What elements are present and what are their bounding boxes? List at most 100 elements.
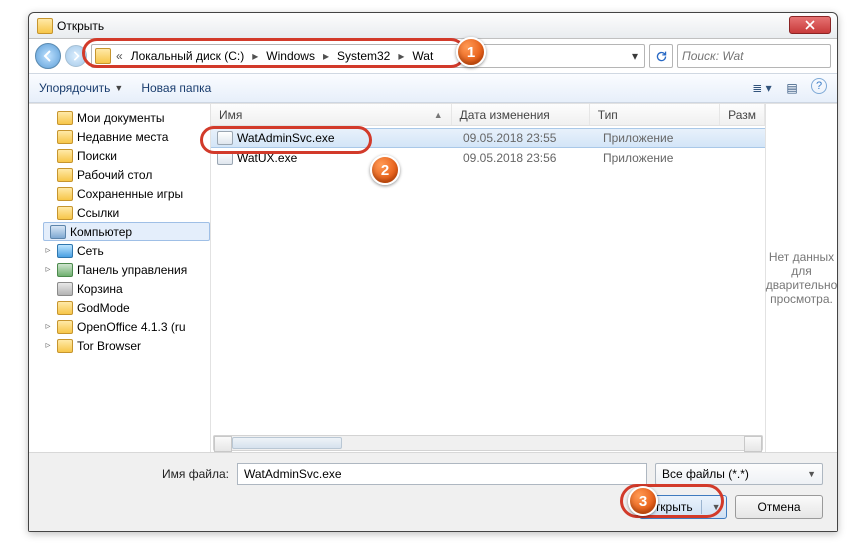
tree-item-label: Мои документы <box>77 111 164 125</box>
breadcrumb-segment[interactable]: Wat <box>409 49 436 63</box>
drive-icon <box>50 225 66 239</box>
nav-tree[interactable]: Мои документы Недавние места Поиски Рабочий… <box>29 104 211 452</box>
tree-item-label: Tor Browser <box>77 339 141 353</box>
breadcrumb-segment[interactable]: Локальный диск (C:) <box>128 49 248 63</box>
tree-item[interactable]: ▹Компьютер <box>43 222 210 241</box>
filename-input[interactable] <box>237 463 647 485</box>
col-size[interactable]: Разм <box>720 104 765 125</box>
footer: Имя файла: Все файлы (*.*) ▼ Открыть ▼ О… <box>29 452 837 531</box>
chevron-down-icon[interactable]: ▼ <box>712 502 721 512</box>
tree-item[interactable]: Ссылки <box>41 203 210 222</box>
forward-button[interactable] <box>65 45 87 67</box>
preview-pane-button[interactable]: ▤ <box>781 78 803 98</box>
tree-item[interactable]: Рабочий стол <box>41 165 210 184</box>
tree-item[interactable]: Сохраненные игры <box>41 184 210 203</box>
chevron-right-icon: ▸ <box>320 49 332 63</box>
folder-icon <box>37 18 53 34</box>
folder-icon <box>57 168 73 182</box>
back-button[interactable] <box>35 43 61 69</box>
tree-item-label: Недавние места <box>77 130 168 144</box>
expander-icon[interactable]: ▹ <box>43 264 53 275</box>
col-type[interactable]: Тип <box>590 104 720 125</box>
help-button[interactable]: ? <box>811 78 827 94</box>
breadcrumb[interactable]: « Локальный диск (C:) ▸ Windows ▸ System… <box>91 44 645 68</box>
preview-pane: Нет данных для дварительно просмотра. <box>765 104 837 452</box>
tree-item[interactable]: Мои документы <box>41 108 210 127</box>
column-headers[interactable]: Имя▲ Дата изменения Тип Разм <box>211 104 765 126</box>
filename-label: Имя файла: <box>43 467 229 481</box>
exe-icon <box>217 151 233 165</box>
table-row[interactable]: WatUX.exe 09.05.2018 23:56Приложение <box>211 148 765 168</box>
file-date: 09.05.2018 23:56 <box>455 151 595 165</box>
tree-item-label: OpenOffice 4.1.3 (ru <box>77 320 186 334</box>
expander-icon[interactable]: ▹ <box>43 226 46 237</box>
chevron-down-icon[interactable]: ▾ <box>629 49 641 63</box>
tree-item[interactable]: ▹ OpenOffice 4.1.3 (ru <box>41 317 210 336</box>
folder-icon <box>57 301 73 315</box>
tree-item-label: Рабочий стол <box>77 168 152 182</box>
tree-item[interactable]: GodMode <box>41 298 210 317</box>
search-box[interactable] <box>677 44 831 68</box>
folder-icon <box>57 187 73 201</box>
tree-item[interactable]: ▹ Панель управления <box>41 260 210 279</box>
expander-icon[interactable]: ▹ <box>43 340 53 351</box>
folder-icon <box>57 206 73 220</box>
open-button[interactable]: Открыть ▼ <box>639 495 727 519</box>
expander-icon[interactable]: ▹ <box>43 245 53 256</box>
net-icon <box>57 244 73 258</box>
window-title: Открыть <box>57 19 104 33</box>
table-row[interactable]: WatAdminSvc.exe 09.05.2018 23:55Приложени… <box>211 128 765 148</box>
file-name: WatAdminSvc.exe <box>237 131 335 145</box>
filetype-filter[interactable]: Все файлы (*.*) ▼ <box>655 463 823 485</box>
folder-icon <box>57 130 73 144</box>
col-date[interactable]: Дата изменения <box>452 104 590 125</box>
breadcrumb-segment[interactable]: System32 <box>334 49 393 63</box>
new-folder-button[interactable]: Новая папка <box>141 81 211 95</box>
refresh-button[interactable] <box>649 44 673 68</box>
folder-icon <box>57 339 73 353</box>
filter-label: Все файлы (*.*) <box>662 467 749 481</box>
breadcrumb-segment[interactable]: Windows <box>263 49 318 63</box>
chevron-right-icon: ▸ <box>249 49 261 63</box>
file-rows[interactable]: WatAdminSvc.exe 09.05.2018 23:55Приложени… <box>211 126 765 434</box>
new-folder-label: Новая папка <box>141 81 211 95</box>
h-scrollbar[interactable] <box>211 434 765 452</box>
preview-text: Нет данных для дварительно просмотра. <box>766 250 837 306</box>
search-input[interactable] <box>682 49 826 63</box>
tree-item-label: Панель управления <box>77 263 187 277</box>
tree-item[interactable]: Корзина <box>41 279 210 298</box>
file-type: Приложение <box>595 151 727 165</box>
tree-item[interactable]: ▹ Сеть <box>41 241 210 260</box>
view-options-button[interactable]: ≣ ▾ <box>751 78 773 98</box>
cancel-button[interactable]: Отмена <box>735 495 823 519</box>
dialog-body: Мои документы Недавние места Поиски Рабочий… <box>29 103 837 452</box>
folder-icon <box>57 111 73 125</box>
refresh-icon <box>655 50 668 63</box>
organize-menu[interactable]: Упорядочить ▼ <box>39 81 123 95</box>
arrow-left-icon <box>42 50 54 62</box>
chevron-down-icon: ▼ <box>807 469 816 479</box>
close-button[interactable] <box>789 16 831 34</box>
expander-icon[interactable]: ▹ <box>43 321 53 332</box>
toolbar: Упорядочить ▼ Новая папка ≣ ▾ ▤ ? <box>29 73 837 103</box>
file-name: WatUX.exe <box>237 151 297 165</box>
tree-item[interactable]: Недавние места <box>41 127 210 146</box>
tree-item-label: GodMode <box>77 301 130 315</box>
open-dialog: Открыть « Локальный диск (C:) ▸ Windows … <box>28 12 838 532</box>
close-icon <box>805 20 815 30</box>
col-name: Имя▲ <box>211 104 452 125</box>
titlebar[interactable]: Открыть <box>29 13 837 39</box>
nav-row: « Локальный диск (C:) ▸ Windows ▸ System… <box>29 39 837 73</box>
folder-icon <box>95 48 111 64</box>
tree-item-label: Сеть <box>77 244 104 258</box>
file-date: 09.05.2018 23:55 <box>455 131 595 145</box>
tree-item[interactable]: Поиски <box>41 146 210 165</box>
scrollbar-thumb[interactable] <box>232 437 342 449</box>
bin-icon <box>57 282 73 296</box>
tree-item-label: Ссылки <box>77 206 119 220</box>
tree-item[interactable]: ▹ Tor Browser <box>41 336 210 355</box>
organize-label: Упорядочить <box>39 81 110 95</box>
arrow-right-icon <box>71 51 81 61</box>
chevron-left-icon: « <box>113 49 126 63</box>
file-type: Приложение <box>595 131 727 145</box>
